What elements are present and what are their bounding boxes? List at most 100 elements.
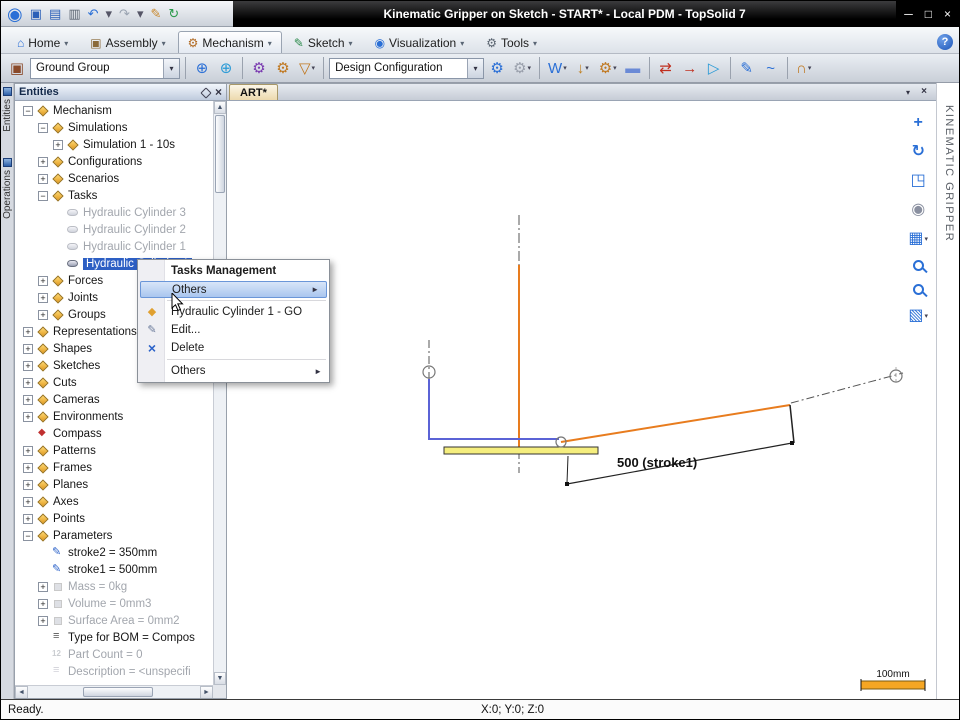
menu-item-hydraulic-cylinder-1-go[interactable]: ◆ Hydraulic Cylinder 1 - GO [138, 303, 329, 321]
tree-item-parameters[interactable]: − Parameters [15, 527, 213, 544]
menu-item-edit[interactable]: ✎ Edit... [138, 321, 329, 339]
chevron-down-icon[interactable]: ▾ [163, 58, 179, 78]
collapse-icon[interactable]: − [23, 530, 33, 541]
expand-icon[interactable]: + [23, 445, 33, 456]
menu-item-tasks-management[interactable]: Tasks Management [138, 262, 329, 280]
tab-visualization[interactable]: ◉ Visualization ▾ [365, 31, 475, 53]
tree-item-hydraulic-cylinder-3[interactable]: Hydraulic Cylinder 3 [15, 204, 213, 221]
chevron-down-icon[interactable]: ▾ [467, 58, 484, 78]
tree-item-environments[interactable]: + Environments [15, 408, 213, 425]
tree-item-scenarios[interactable]: + Scenarios [15, 170, 213, 187]
scroll-up-icon[interactable]: ▲ [214, 101, 226, 114]
edit-in-place-icon[interactable]: ✎ [148, 6, 163, 21]
minimize-button[interactable]: ─ [904, 7, 913, 21]
motor-icon[interactable]: ⚙ ▾ [596, 56, 620, 80]
tree-item-planes[interactable]: + Planes [15, 476, 213, 493]
tab-assembly[interactable]: ▣ Assembly ▾ [80, 31, 175, 53]
import-motion-icon[interactable]: → [679, 56, 701, 80]
expand-icon[interactable]: + [23, 377, 33, 388]
sketch-line-icon[interactable]: ✎ [736, 56, 758, 80]
expand-icon[interactable]: + [23, 411, 33, 422]
kinematic-pair-icon[interactable]: ⚙ [486, 56, 508, 80]
expand-icon[interactable]: + [23, 343, 33, 354]
expand-icon[interactable]: + [38, 156, 48, 167]
expand-icon[interactable]: + [38, 292, 48, 303]
tree-item-hydraulic-cylinder-2[interactable]: Hydraulic Cylinder 2 [15, 221, 213, 238]
tree-item-points[interactable]: + Points [15, 510, 213, 527]
close-button[interactable]: × [944, 7, 951, 21]
create-group-icon[interactable]: ⊕ [191, 56, 213, 80]
analysis-curve-icon[interactable]: ∩ ▾ [793, 56, 815, 80]
document-tab[interactable]: ART* [229, 84, 278, 100]
expand-icon[interactable]: + [38, 615, 48, 626]
add-to-group-icon[interactable]: ⊕ [215, 56, 237, 80]
tab-sketch[interactable]: ✎ Sketch ▾ [284, 31, 363, 53]
undo-icon[interactable]: ↶ [86, 6, 101, 21]
expand-icon[interactable]: + [23, 513, 33, 524]
design-configuration-combo[interactable]: Design Configuration ▾ [329, 57, 485, 79]
expand-icon[interactable]: + [38, 275, 48, 286]
tree-item-tasks[interactable]: − Tasks [15, 187, 213, 204]
collapse-icon[interactable]: − [38, 190, 48, 201]
export-motion-icon[interactable]: ⇄ [655, 56, 677, 80]
measure-icon[interactable]: ▬ [622, 56, 644, 80]
spring-icon[interactable]: W ▾ [545, 56, 570, 80]
sketch-canvas[interactable]: 500 (stroke1) 100mm [227, 101, 936, 702]
scroll-right-icon[interactable]: ► [200, 686, 213, 698]
tree-item-volume-0mm3[interactable]: + Volume = 0mm3 [15, 595, 213, 612]
tree-item-configurations[interactable]: + Configurations [15, 153, 213, 170]
ground-group-combo[interactable]: Ground Group ▾ [30, 57, 180, 79]
tree-item-mechanism[interactable]: − Mechanism [15, 102, 213, 119]
print-icon[interactable]: ▥ [66, 6, 82, 21]
menu-item-others[interactable]: Others ► [138, 362, 329, 380]
scroll-left-icon[interactable]: ◄ [15, 686, 28, 698]
tree-item-part-count-0[interactable]: Part Count = 0 [15, 646, 213, 663]
slider-joint-icon[interactable]: ⚙ [272, 56, 294, 80]
publish-icon[interactable]: ▷ [703, 56, 725, 80]
expand-icon[interactable]: + [23, 360, 33, 371]
render-mode-icon[interactable]: ▧ ▾ [908, 308, 928, 324]
tree-item-stroke2-350mm[interactable]: stroke2 = 350mm [15, 544, 213, 561]
tree-item-simulation-1-10s[interactable]: + Simulation 1 - 10s [15, 136, 213, 153]
sketch-viewport[interactable]: 500 (stroke1) 100mm + ↻ ◳ ◉ ▦ ▾ ▧ ▾ [227, 101, 936, 699]
tree-item-cameras[interactable]: + Cameras [15, 391, 213, 408]
tab-list-icon[interactable]: ▾ [906, 88, 910, 97]
expand-icon[interactable]: + [38, 598, 48, 609]
expand-icon[interactable]: + [38, 173, 48, 184]
pan-icon[interactable]: + [914, 115, 923, 131]
tree-item-hydraulic-cylinder-1[interactable]: Hydraulic Cylinder 1 [15, 238, 213, 255]
tree-item-mass-0kg[interactable]: + Mass = 0kg [15, 578, 213, 595]
refresh-icon[interactable]: ↻ [166, 6, 181, 21]
tab-close-icon[interactable]: × [921, 86, 927, 97]
tree-item-stroke1-500mm[interactable]: stroke1 = 500mm [15, 561, 213, 578]
help-icon[interactable]: ? [937, 34, 953, 50]
maximize-button[interactable]: □ [925, 7, 932, 21]
menu-item-delete[interactable]: × Delete [138, 339, 329, 357]
tree-item-frames[interactable]: + Frames [15, 459, 213, 476]
zoom-extents-icon[interactable]: ◳ [911, 173, 926, 189]
scrollbar-thumb[interactable] [83, 687, 153, 697]
gravity-icon[interactable]: ↓ ▾ [572, 56, 594, 80]
standard-views-icon[interactable]: ▦ ▾ [908, 231, 928, 247]
app-logo-icon[interactable]: ◉ [5, 4, 25, 24]
tab-home[interactable]: ⌂ Home ▾ [7, 31, 78, 53]
tree-item-surface-area-0mm2[interactable]: + Surface Area = 0mm2 [15, 612, 213, 629]
expand-icon[interactable]: + [23, 326, 33, 337]
horizontal-scrollbar[interactable]: ◄ ► [15, 685, 213, 698]
tree-item-axes[interactable]: + Axes [15, 493, 213, 510]
redo-icon[interactable]: ↷ [117, 6, 132, 21]
joint-filter-icon[interactable]: ▽ ▾ [296, 56, 318, 80]
collapse-icon[interactable]: − [38, 122, 48, 133]
tree-item-compass[interactable]: Compass [15, 425, 213, 442]
expand-icon[interactable]: + [23, 479, 33, 490]
expand-icon[interactable]: + [23, 462, 33, 473]
expand-icon[interactable]: + [23, 394, 33, 405]
vertical-scrollbar[interactable]: ▲ ▼ [213, 101, 226, 685]
tree-item-simulations[interactable]: − Simulations [15, 119, 213, 136]
expand-icon[interactable]: + [38, 581, 48, 592]
side-tab-entities[interactable]: Entities [2, 87, 13, 132]
orbit-icon[interactable]: ◉ [911, 202, 925, 218]
save-icon[interactable]: ▣ [28, 6, 44, 21]
scroll-down-icon[interactable]: ▼ [214, 672, 226, 685]
pivot-joint-icon[interactable]: ⚙ [248, 56, 270, 80]
